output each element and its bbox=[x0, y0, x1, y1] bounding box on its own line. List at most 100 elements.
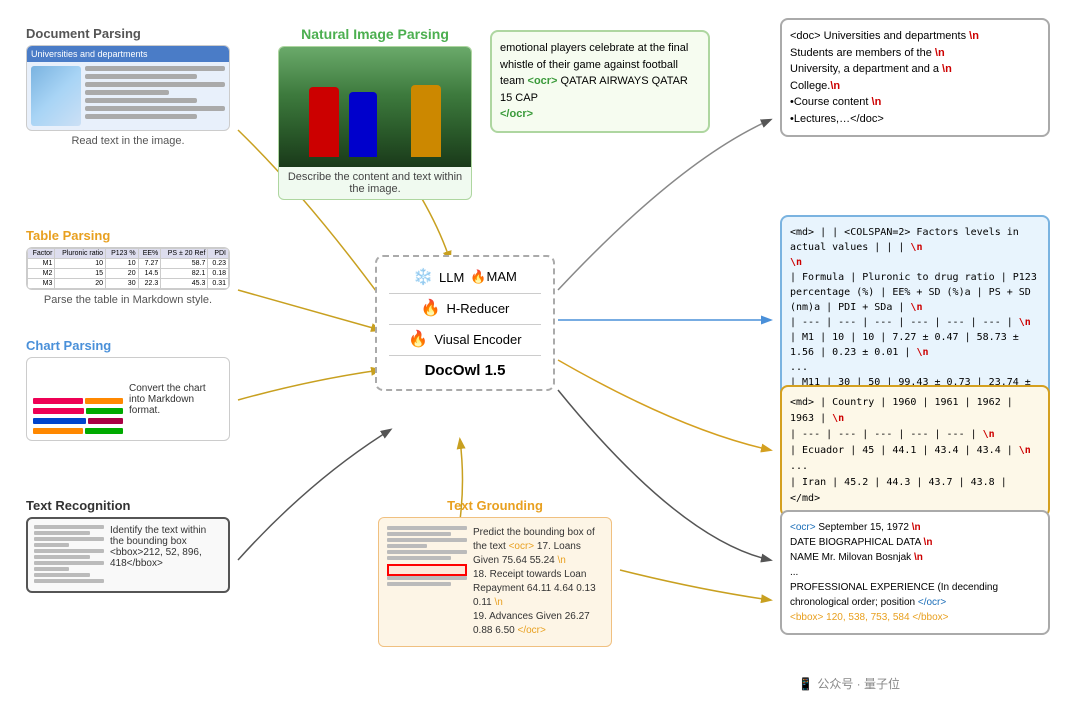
newline-2: \n bbox=[935, 47, 945, 59]
natural-image-caption: Describe the content and text within the… bbox=[279, 167, 471, 199]
doc-content bbox=[27, 62, 229, 130]
doc-header-text: Universities and departments bbox=[31, 49, 148, 59]
table-parsing-title: Table Parsing bbox=[26, 228, 230, 243]
th-ps: PS ± 20 Ref bbox=[161, 249, 208, 259]
newline-tag: \n bbox=[558, 555, 566, 566]
doc-text-lines bbox=[85, 66, 225, 126]
watermark: 📱 公众号 · 量子位 bbox=[798, 675, 900, 692]
document-parsing-box: Universities and departments bbox=[26, 45, 230, 131]
player-2 bbox=[349, 92, 377, 157]
text-recog-image bbox=[34, 525, 104, 585]
rp3-nl1: \n bbox=[832, 413, 844, 424]
natural-image-box: Describe the content and text within the… bbox=[278, 46, 472, 200]
rp2-nl2: \n bbox=[790, 257, 802, 268]
bar-row-1 bbox=[33, 398, 123, 404]
document-parsing-panel: Document Parsing Universities and depart… bbox=[18, 18, 238, 155]
doc-image-placeholder bbox=[31, 66, 81, 126]
bar-3-1 bbox=[33, 418, 86, 424]
rp3-nl2: \n bbox=[983, 429, 995, 440]
center-prompt-box: emotional players celebrate at the final… bbox=[490, 30, 710, 133]
h-reducer-row: 🔥 H-Reducer bbox=[389, 298, 541, 318]
docowl-center-box: ❄️ LLM 🔥MAM 🔥 H-Reducer 🔥 Viusal Encoder… bbox=[375, 255, 555, 391]
text-recognition-description: Identify the text within the bounding bo… bbox=[110, 525, 222, 585]
mini-table: Factor Pluronic ratio P123 % EE% PS ± 20… bbox=[27, 248, 229, 289]
bar-2-1 bbox=[33, 408, 84, 414]
newline-3: \n bbox=[942, 63, 952, 75]
right-panel-country: <md> | Country | 1960 | 1961 | 1962 | 19… bbox=[780, 385, 1050, 517]
ocr-tag-open: <ocr> bbox=[528, 75, 558, 87]
table-parsing-caption: Parse the table in Markdown style. bbox=[26, 294, 230, 306]
rp2-nl3: \n bbox=[910, 302, 922, 313]
visual-encoder-row: 🔥 Viusal Encoder bbox=[389, 329, 541, 349]
watermark-icon: 📱 bbox=[798, 677, 813, 691]
doc-line-1 bbox=[85, 66, 225, 71]
right-panel-biographical: <ocr> September 15, 1972 \n DATE BIOGRAP… bbox=[780, 510, 1050, 635]
soccer-image bbox=[279, 47, 471, 167]
watermark-text: 公众号 · 量子位 bbox=[817, 675, 900, 692]
doc-line-6 bbox=[85, 106, 225, 111]
grounding-highlight bbox=[387, 564, 467, 576]
document-parsing-caption: Read text in the image. bbox=[26, 135, 230, 147]
th-pdi: PDI bbox=[208, 249, 229, 259]
th-p123: P123 % bbox=[106, 249, 139, 259]
snow-emoji: ❄️ bbox=[413, 267, 433, 287]
bar-1-1 bbox=[33, 398, 83, 404]
bar-chart bbox=[33, 364, 123, 434]
doc-header-bar: Universities and departments bbox=[27, 46, 229, 62]
rp3-nl3: \n bbox=[1019, 445, 1031, 456]
main-container: Document Parsing Universities and depart… bbox=[0, 0, 1080, 702]
ocr-close-tag: </ocr> bbox=[517, 625, 545, 636]
bar-row-4 bbox=[33, 428, 123, 434]
bar-4-1 bbox=[33, 428, 83, 434]
right-panel-document: <doc> Universities and departments \n St… bbox=[780, 18, 1050, 137]
newline-4: \n bbox=[830, 80, 840, 92]
bar-1-2 bbox=[85, 398, 123, 404]
table-header-row: Factor Pluronic ratio P123 % EE% PS ± 20… bbox=[28, 249, 229, 259]
newline-tag-2: \n bbox=[495, 597, 503, 608]
text-recognition-box: Identify the text within the bounding bo… bbox=[26, 517, 230, 593]
chart-caption-text: Convert the chart into Markdown format. bbox=[129, 364, 223, 434]
table-row: M110107.2758.70.23 bbox=[28, 259, 229, 269]
chart-parsing-panel: Chart Parsing bbox=[18, 330, 238, 449]
separator-3 bbox=[389, 355, 541, 356]
chart-parsing-title: Chart Parsing bbox=[26, 338, 230, 353]
rp4-nl3: \n bbox=[914, 552, 923, 563]
th-ratio: Pluronic ratio bbox=[55, 249, 106, 259]
ocr-close: </ocr> bbox=[918, 597, 946, 608]
doc-line-4 bbox=[85, 90, 169, 95]
fire-emoji-1: 🔥 bbox=[421, 298, 441, 318]
rp4-nl2: \n bbox=[924, 537, 933, 548]
separator-1 bbox=[389, 293, 541, 294]
visual-encoder-label: Viusal Encoder bbox=[434, 332, 521, 347]
rp4-nl1: \n bbox=[912, 522, 921, 533]
text-grounding-title: Text Grounding bbox=[378, 498, 612, 513]
separator-2 bbox=[389, 324, 541, 325]
player-3 bbox=[411, 85, 441, 157]
rp2-nl5: \n bbox=[916, 347, 928, 358]
newline-1: \n bbox=[969, 30, 979, 42]
ocr-tag-close: </ocr> bbox=[500, 108, 533, 120]
grounding-text-content: Predict the bounding box of the text <oc… bbox=[473, 526, 603, 638]
bar-4-2 bbox=[85, 428, 123, 434]
ocr-open: <ocr> bbox=[790, 522, 816, 533]
newline-5: \n bbox=[872, 96, 882, 108]
rp2-nl4: \n bbox=[1019, 317, 1031, 328]
bbox-content: <bbox> 120, 538, 753, 584 </bbox> bbox=[790, 612, 948, 623]
text-grounding-panel: Text Grounding Predict the bounding box … bbox=[370, 490, 620, 655]
text-recognition-panel: Text Recognition Identify the text withi… bbox=[18, 490, 238, 601]
llm-mam-row: ❄️ LLM 🔥MAM bbox=[389, 267, 541, 287]
table-parsing-panel: Table Parsing Factor Pluronic ratio P123… bbox=[18, 220, 238, 314]
doc-line-7 bbox=[85, 114, 197, 119]
chart-caption-label: Convert the chart into Markdown format. bbox=[129, 383, 223, 416]
docowl-title: DocOwl 1.5 bbox=[389, 362, 541, 379]
doc-line-3 bbox=[85, 82, 225, 87]
player-1 bbox=[309, 87, 339, 157]
bar-row-3 bbox=[33, 418, 123, 424]
fire-emoji-2: 🔥 bbox=[408, 329, 428, 349]
bar-2-2 bbox=[86, 408, 123, 414]
h-reducer-label: H-Reducer bbox=[447, 301, 510, 316]
bar-row-2 bbox=[33, 408, 123, 414]
rp2-nl1: \n bbox=[910, 242, 922, 253]
natural-image-parsing-panel: Natural Image Parsing Describe the conte… bbox=[270, 18, 480, 208]
ocr-tag: <ocr> bbox=[509, 541, 535, 552]
